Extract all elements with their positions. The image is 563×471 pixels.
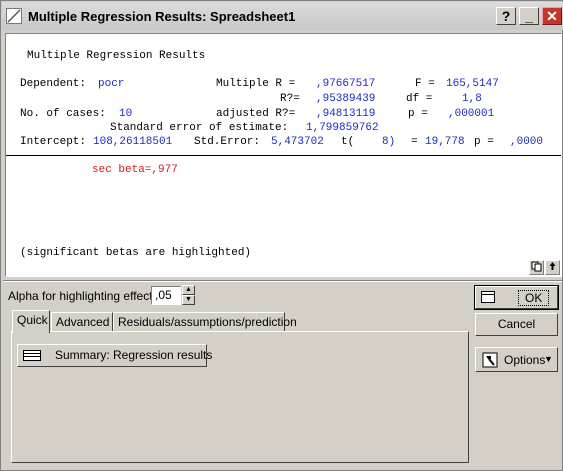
se-estimate-label: Standard error of estimate: (110, 122, 289, 134)
intercept-value: 108,26118501 (93, 136, 173, 148)
df-label: df = (406, 93, 433, 105)
t-df: 8) (382, 136, 396, 148)
cases-value: 10 (119, 108, 133, 120)
copy-icon[interactable] (529, 260, 544, 275)
p2-value: ,0000 (510, 136, 544, 148)
beta-highlight: sec beta=,977 (92, 164, 178, 176)
ok-label: OK (518, 290, 550, 306)
table-icon (23, 350, 41, 361)
close-button[interactable]: ✕ (542, 7, 562, 25)
r2-label: R?= (280, 93, 300, 105)
hammer-icon (482, 352, 498, 368)
alpha-input[interactable]: ,05 (151, 286, 181, 305)
se-estimate-value: 1,799859762 (306, 122, 379, 134)
results-heading: Multiple Regression Results (27, 50, 206, 62)
dependent-value: pocr (98, 78, 125, 90)
chart-icon (6, 8, 22, 24)
intercept-label: Intercept: (20, 136, 87, 148)
f-label: F = (415, 78, 435, 90)
p2-label: p = (474, 136, 494, 148)
section-divider (3, 280, 562, 282)
spin-up-icon[interactable]: ▲ (182, 285, 195, 295)
dropdown-arrow-icon: ▼ (544, 354, 553, 364)
std-error-label: Std.Error: (194, 136, 261, 148)
r2-value: ,95389439 (316, 93, 376, 105)
regression-results-window: Multiple Regression Results: Spreadsheet… (0, 0, 563, 471)
cancel-button[interactable]: Cancel (475, 313, 558, 336)
adjusted-r2-label: adjusted R?= (216, 108, 296, 120)
spin-down-icon[interactable]: ▼ (182, 295, 195, 305)
f-value: 165,5147 (446, 78, 499, 90)
p-label: p = (408, 108, 428, 120)
footnote: (significant betas are highlighted) (20, 247, 252, 259)
adjusted-r2-value: ,94813119 (316, 108, 376, 120)
expand-up-icon[interactable] (545, 260, 560, 275)
summary-regression-button[interactable]: Summary: Regression results (17, 344, 212, 367)
t-value: 19,778 (425, 136, 465, 148)
minimize-button[interactable]: _ (519, 7, 539, 25)
multiple-r-label: Multiple R = (216, 78, 296, 90)
df-value: 1,8 (462, 93, 482, 105)
tab-residuals[interactable]: Residuals/assumptions/prediction (113, 312, 297, 332)
results-text-pane[interactable]: Multiple Regression Results Dependent: p… (5, 33, 562, 277)
tab-quick[interactable]: Quick (12, 310, 50, 333)
alpha-spinner[interactable]: ▲ ▼ (182, 285, 195, 305)
options-label: Options (504, 353, 546, 367)
tab-advanced[interactable]: Advanced (51, 312, 113, 332)
dependent-label: Dependent: (20, 78, 87, 90)
help-button[interactable]: ? (496, 7, 516, 25)
divider (6, 155, 561, 156)
summary-label: Summary: Regression results (55, 348, 213, 362)
title-bar[interactable]: Multiple Regression Results: Spreadsheet… (2, 2, 563, 30)
ok-button[interactable]: OK (474, 285, 559, 310)
std-error-value: 5,473702 (271, 136, 324, 148)
options-button[interactable]: Options ▼ (475, 347, 558, 372)
window-title: Multiple Regression Results: Spreadsheet… (28, 9, 296, 24)
t-label: t( (341, 136, 355, 148)
p-value: ,000001 (448, 108, 495, 120)
window-icon (481, 291, 495, 303)
t-equals: = (411, 136, 418, 148)
cases-label: No. of cases: (20, 108, 106, 120)
alpha-label: Alpha for highlighting effects: (8, 289, 162, 303)
multiple-r-value: ,97667517 (316, 78, 376, 90)
